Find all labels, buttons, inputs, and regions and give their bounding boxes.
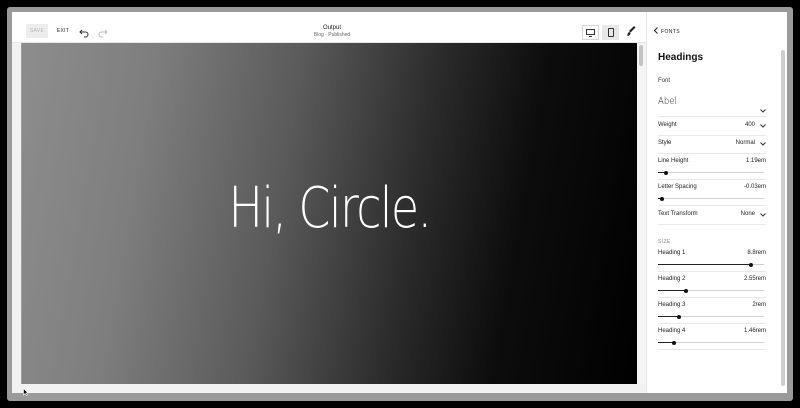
heading-1-row: Heading 1 8.8rem (658, 250, 766, 261)
undo-icon[interactable] (79, 25, 90, 38)
heading-1-label: Heading 1 (658, 250, 686, 256)
editor-window: SAVE EXIT Output Blog · Published Hi, Ci… (12, 12, 787, 396)
panel-scrollbar[interactable] (781, 50, 785, 386)
size-section-label: SIZE (658, 239, 671, 245)
heading-2-slider[interactable] (658, 288, 764, 293)
letter-spacing-value[interactable]: -0.03em (744, 184, 766, 190)
chevron-down-icon (760, 100, 766, 113)
divider (658, 224, 766, 225)
line-height-value[interactable]: 1.19em (746, 158, 766, 164)
chevron-left-icon (653, 27, 658, 36)
heading-3-value[interactable]: 2rem (752, 302, 766, 308)
back-to-fonts-button[interactable]: FONTS (653, 27, 680, 36)
site-styles-button[interactable] (624, 25, 639, 40)
divider (658, 135, 766, 136)
font-family-select[interactable]: Abel (658, 96, 766, 113)
text-transform-value: None (740, 211, 755, 217)
style-brush-icon (626, 24, 637, 42)
slider-handle[interactable] (683, 288, 688, 293)
save-button[interactable]: SAVE (26, 24, 48, 38)
heading-4-slider[interactable] (658, 340, 764, 345)
chevron-down-icon (760, 142, 766, 146)
text-transform-select[interactable]: Text Transform None (658, 211, 766, 222)
divider (658, 349, 766, 350)
font-family-value: Abel (658, 96, 677, 107)
line-height-label: Line Height (658, 158, 689, 164)
desktop-view-button[interactable] (582, 25, 599, 40)
desktop-icon (586, 24, 595, 42)
slider-handle[interactable] (749, 262, 754, 267)
heading-1-slider[interactable] (658, 262, 764, 267)
divider (658, 153, 766, 154)
font-label: Font (658, 78, 671, 84)
slider-handle[interactable] (671, 340, 676, 345)
preview-scrollbar[interactable] (637, 43, 646, 384)
mobile-view-button[interactable] (602, 25, 619, 40)
divider (658, 323, 766, 324)
toolbar-page-info: Output Blog · Published (282, 24, 382, 39)
heading-4-value[interactable]: 1.46rem (744, 328, 766, 334)
heading-3-row: Heading 3 2rem (658, 302, 766, 313)
divider (658, 297, 766, 298)
style-select[interactable]: Style Normal (658, 140, 766, 151)
text-transform-label: Text Transform (658, 211, 698, 217)
heading-4-row: Heading 4 1.46rem (658, 328, 766, 339)
letter-spacing-label: Letter Spacing (658, 184, 697, 190)
divider (658, 179, 766, 180)
line-height-row: Line Height 1.19em (658, 158, 766, 169)
heading-3-slider[interactable] (658, 314, 764, 319)
page-title: Output (322, 25, 341, 31)
slider-fill (658, 290, 686, 291)
slider-handle[interactable] (677, 314, 682, 319)
preview-scroll-thumb[interactable] (639, 45, 643, 66)
divider (658, 271, 766, 272)
page-status: Blog · Published (313, 32, 351, 38)
fonts-panel: FONTS Headings Font Abel Weight 400 Styl… (646, 12, 787, 393)
letter-spacing-slider[interactable] (658, 196, 764, 201)
preview-heading[interactable]: Hi, Circle. (77, 171, 583, 247)
weight-label: Weight (658, 122, 677, 128)
heading-2-row: Heading 2 2.55rem (658, 276, 766, 287)
heading-2-value[interactable]: 2.55rem (744, 276, 766, 282)
line-height-slider[interactable] (658, 170, 764, 175)
redo-icon[interactable] (97, 25, 108, 38)
back-label: FONTS (661, 28, 680, 35)
panel-title: Headings (658, 52, 704, 63)
divider (658, 116, 766, 117)
chevron-down-icon (760, 124, 766, 128)
heading-4-label: Heading 4 (658, 328, 686, 334)
slider-fill (658, 316, 680, 317)
slider-handle[interactable] (660, 196, 665, 201)
toolbar: SAVE EXIT Output Blog · Published (12, 12, 646, 43)
divider (658, 205, 766, 206)
letter-spacing-row: Letter Spacing -0.03em (658, 184, 766, 195)
exit-button[interactable]: EXIT (55, 24, 71, 38)
style-value: Normal (735, 140, 755, 146)
heading-3-label: Heading 3 (658, 302, 686, 308)
slider-fill (658, 264, 752, 265)
weight-select[interactable]: Weight 400 (658, 122, 766, 133)
page-preview[interactable]: Hi, Circle. (21, 43, 638, 384)
mobile-icon (607, 24, 614, 42)
heading-2-label: Heading 2 (658, 276, 686, 282)
style-label: Style (658, 140, 672, 146)
cursor-icon (23, 383, 29, 396)
slider-track (658, 198, 764, 199)
preview-edge-highlight (21, 43, 22, 384)
slider-track (658, 172, 764, 173)
chevron-down-icon (760, 213, 766, 217)
heading-1-value[interactable]: 8.8rem (747, 250, 766, 256)
weight-value: 400 (744, 122, 755, 128)
